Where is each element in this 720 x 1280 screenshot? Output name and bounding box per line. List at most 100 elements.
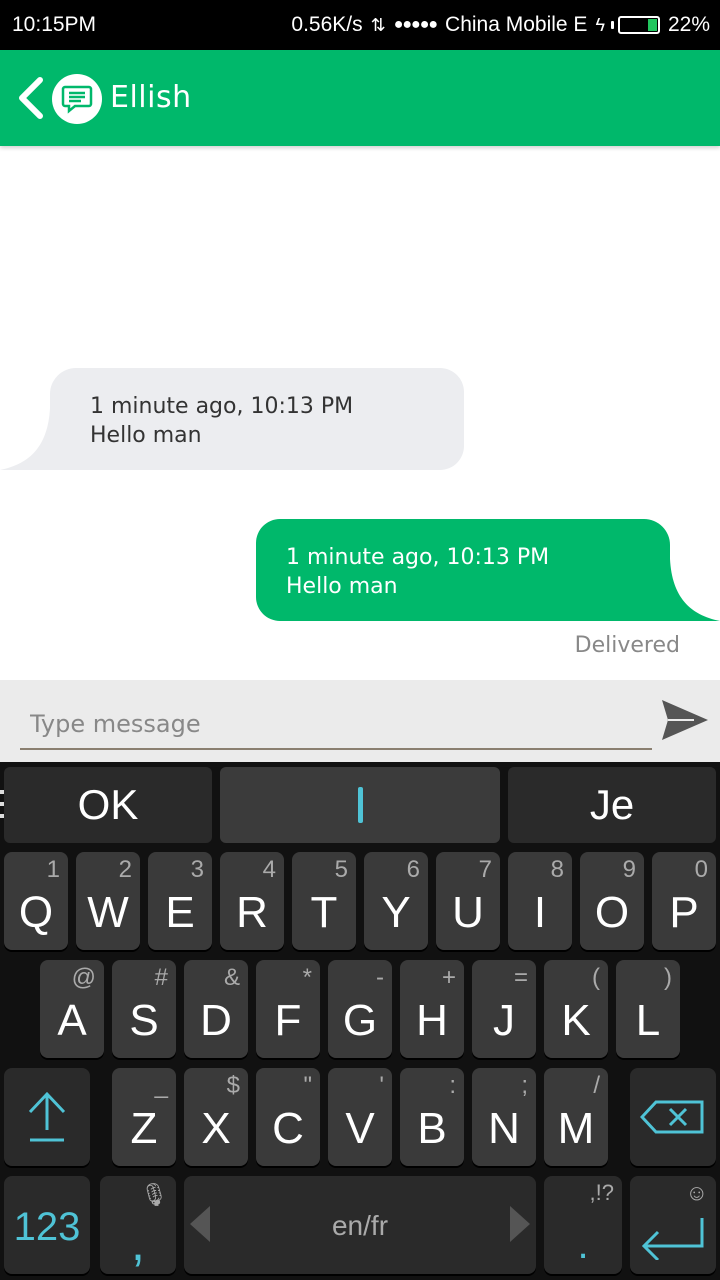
space-key[interactable]: en/fr: [184, 1176, 536, 1274]
key-secondary-char: @: [71, 964, 96, 991]
key-secondary-char: _: [154, 1072, 168, 1099]
microphone-icon: 🎙: [140, 1182, 168, 1207]
key-n[interactable]: ; N: [472, 1068, 536, 1166]
key-p[interactable]: 0P: [652, 852, 716, 950]
key-secondary-char: 8: [550, 856, 564, 883]
key-secondary-char: &: [223, 964, 240, 991]
key-char: P: [669, 888, 699, 937]
key-m[interactable]: / M: [544, 1068, 608, 1166]
key-secondary-char: 6: [406, 856, 420, 883]
key-char: Z: [130, 1104, 158, 1153]
key-l[interactable]: ) L: [616, 960, 680, 1058]
period-key[interactable]: ,!? .: [544, 1176, 622, 1274]
comma-key[interactable]: 🎙 ,: [100, 1176, 176, 1274]
key-char: D: [200, 996, 232, 1045]
key-char: C: [272, 1104, 304, 1153]
arrow-right-icon: [510, 1206, 530, 1242]
chat-bubble-icon: [61, 85, 93, 114]
key-z[interactable]: _ Z: [112, 1068, 176, 1166]
message-incoming[interactable]: 1 minute ago, 10:13 PM Hello man: [0, 368, 470, 470]
key-b[interactable]: :B: [400, 1068, 464, 1166]
key-secondary-char: 2: [118, 856, 132, 883]
key-d[interactable]: & D: [184, 960, 248, 1058]
key-char: E: [165, 888, 195, 937]
key-char: O: [594, 888, 630, 937]
key-secondary-char: +: [441, 964, 456, 991]
message-outgoing[interactable]: 1 minute ago, 10:13 PM Hello man: [250, 519, 720, 621]
backspace-key[interactable]: [630, 1068, 716, 1166]
numbers-key[interactable]: 123: [4, 1176, 90, 1274]
key-j[interactable]: = J: [472, 960, 536, 1058]
chat-avatar[interactable]: [52, 74, 102, 124]
key-u[interactable]: 7U: [436, 852, 500, 950]
key-w[interactable]: 2W: [76, 852, 140, 950]
suggestion-3[interactable]: Je: [508, 767, 716, 843]
key-char: Y: [381, 888, 411, 937]
message-timestamp: 1 minute ago, 10:13 PM: [286, 545, 550, 570]
shift-arrow-icon: [28, 1091, 66, 1142]
key-secondary-char: -: [376, 964, 384, 991]
key-k[interactable]: (K: [544, 960, 608, 1058]
status-bar: 10:15PM 0.56K/s ⇅ ●●●●● China Mobile E ϟ…: [0, 0, 720, 50]
key-char: L: [635, 996, 661, 1045]
back-button[interactable]: [16, 76, 46, 120]
key-s[interactable]: # S: [112, 960, 176, 1058]
key-secondary-char: 5: [334, 856, 348, 883]
key-char: R: [236, 888, 268, 937]
send-button[interactable]: [658, 694, 712, 748]
data-transfer-icon: ⇅: [370, 14, 386, 35]
key-secondary-char: #: [154, 964, 168, 991]
enter-key[interactable]: ☺: [630, 1176, 716, 1274]
key-f[interactable]: * F: [256, 960, 320, 1058]
status-indicators: 0.56K/s ⇅ ●●●●● China Mobile E ϟ 22%: [291, 13, 710, 37]
message-timestamp: 1 minute ago, 10:13 PM: [90, 394, 354, 419]
key-char: X: [201, 1104, 231, 1153]
key-secondary-char: /: [593, 1072, 600, 1099]
key-secondary-char: *: [302, 964, 312, 991]
key-secondary-char: :: [449, 1072, 456, 1099]
key-g[interactable]: -G: [328, 960, 392, 1058]
key-o[interactable]: 9O: [580, 852, 644, 950]
key-v[interactable]: ' V: [328, 1068, 392, 1166]
key-i[interactable]: 8I: [508, 852, 572, 950]
composer-bar: [0, 680, 720, 762]
key-x[interactable]: $ X: [184, 1068, 248, 1166]
message-body: Hello man: [286, 574, 398, 599]
key-secondary-char: 0: [694, 856, 708, 883]
key-h[interactable]: + H: [400, 960, 464, 1058]
key-char: V: [345, 1104, 375, 1153]
key-char: U: [452, 888, 484, 937]
key-secondary-char: =: [513, 964, 528, 991]
send-icon: [662, 700, 708, 740]
key-char: A: [57, 996, 87, 1045]
key-char: I: [533, 888, 547, 937]
key-q[interactable]: 1Q: [4, 852, 68, 950]
key-char: B: [417, 1104, 447, 1153]
key-secondary-char: 9: [622, 856, 636, 883]
key-char: J: [493, 996, 515, 1045]
key-t[interactable]: 5T: [292, 852, 356, 950]
key-e[interactable]: 3E: [148, 852, 212, 950]
cursor-indicator: [357, 787, 363, 823]
key-secondary-char: $: [226, 1072, 240, 1099]
key-r[interactable]: 4R: [220, 852, 284, 950]
message-input[interactable]: [20, 700, 652, 750]
key-char: G: [342, 996, 378, 1045]
battery-icon: [610, 16, 660, 34]
key-char: T: [310, 888, 338, 937]
key-secondary-char: ): [664, 964, 672, 991]
key-secondary-char: ": [303, 1072, 312, 1099]
key-c[interactable]: " C: [256, 1068, 320, 1166]
message-body: Hello man: [90, 423, 202, 448]
shift-key[interactable]: [4, 1068, 90, 1166]
emoji-icon: ☺: [685, 1180, 708, 1205]
key-char: S: [129, 996, 159, 1045]
key-char: K: [561, 996, 591, 1045]
suggestion-2[interactable]: [220, 767, 500, 843]
battery-percent: 22%: [667, 13, 710, 36]
key-y[interactable]: 6Y: [364, 852, 428, 950]
key-a[interactable]: @ A: [40, 960, 104, 1058]
delivery-status: Delivered: [574, 633, 680, 658]
suggestion-1[interactable]: OK: [4, 767, 212, 843]
key-secondary-char: ;: [521, 1072, 528, 1099]
